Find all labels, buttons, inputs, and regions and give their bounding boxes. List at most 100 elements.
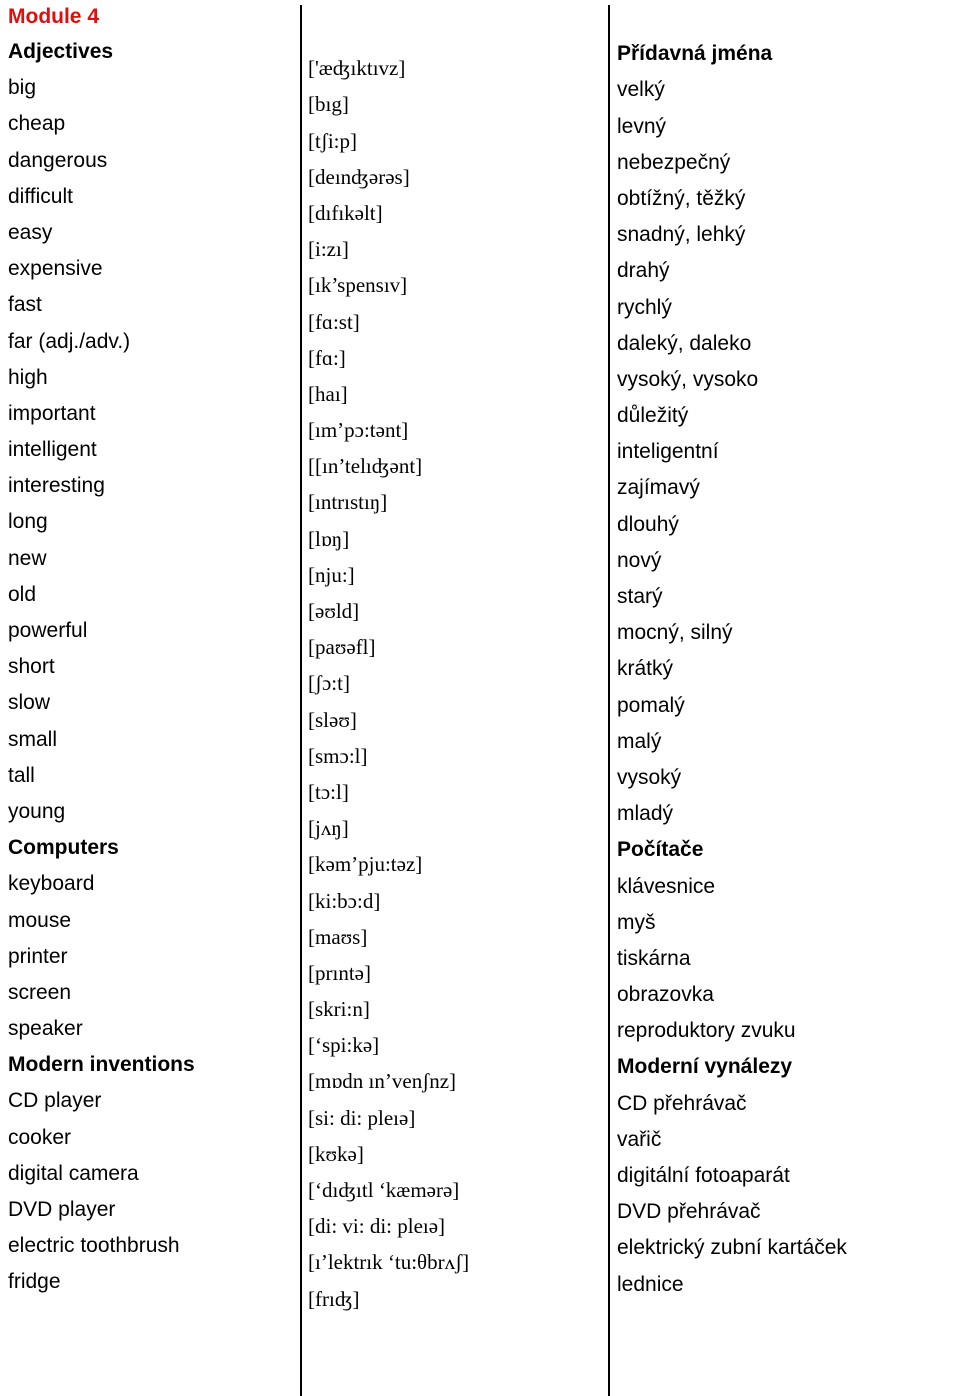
vocab-word-english: difficult (8, 184, 73, 208)
section-header-adjectives-english: Adjectives (8, 40, 114, 63)
vocab-word-english: important (8, 401, 96, 425)
vocab-word-phonetic: [lɒŋ] (308, 526, 350, 551)
vocab-word-czech: levný (617, 114, 667, 138)
vocab-word-english: big (8, 76, 37, 100)
vocab-word-czech: lednice (617, 1272, 684, 1296)
vocab-word-phonetic: [nju:] (308, 562, 355, 587)
vocab-word-phonetic: [‘dıʤıtl ‘kæmərə] (308, 1178, 460, 1202)
section-header-english: Computers (8, 836, 119, 860)
vocab-word-english: printer (8, 944, 68, 968)
vocab-word-english: DVD player (8, 1198, 116, 1221)
vocab-word-english: intelligent (8, 438, 97, 462)
vocab-word-czech: inteligentní (617, 440, 719, 464)
section-header-czech: Počítače (617, 838, 704, 862)
vocab-word-czech: velký (617, 78, 665, 102)
vocab-word-phonetic: [fɑ:st] (308, 309, 360, 334)
vocab-word-czech: snadný, lehký (617, 223, 746, 247)
vocabulary-sheet: Module 4 Adjectives big cheap dangerous dif… (0, 0, 960, 1396)
vocab-word-english: mouse (8, 908, 72, 932)
vocab-word-english: young (8, 799, 66, 823)
section-header-phonetic: [kəm’pju:təz] (308, 852, 423, 877)
vocab-word-english: tall (8, 763, 35, 787)
vocab-word-czech: CD přehrávač (617, 1091, 747, 1115)
vocab-word-phonetic: [tʃi:p] (308, 128, 357, 153)
vocab-word-phonetic: [deınʤərəs] (308, 164, 410, 189)
vocab-word-english: dangerous (8, 148, 108, 172)
vocab-word-english: electric toothbrush (8, 1234, 180, 1258)
vocab-word-czech: malý (617, 729, 662, 753)
vocab-word-phonetic: [paʊəfl] (308, 635, 376, 660)
vocab-word-czech: vysoký (617, 765, 682, 789)
vocab-word-phonetic: [dıfıkəlt] (308, 200, 383, 225)
vocab-word-czech: DVD přehrávač (617, 1200, 761, 1224)
vocab-word-czech: mocný, silný (617, 621, 733, 645)
vocab-word-czech: dlouhý (617, 512, 679, 536)
vocab-word-phonetic: [‘spi:kə] (308, 1033, 380, 1058)
vocab-word-czech: rychlý (617, 295, 672, 319)
section-header-english: Modern inventions (8, 1053, 195, 1077)
vocab-word-phonetic: [di: vi: di: pleıə] (308, 1214, 446, 1239)
section-header-czech: Moderní vynálezy (617, 1055, 793, 1079)
vocab-word-czech: důležitý (617, 404, 689, 428)
vocab-word-czech: klávesnice (617, 874, 716, 898)
vocab-word-phonetic: [skri:n] (308, 997, 370, 1022)
vocab-word-czech: nový (617, 548, 662, 572)
vocab-word-english: small (8, 727, 58, 751)
vocab-word-czech: vařič (617, 1127, 662, 1151)
vocab-word-phonetic: [maʊs] (308, 924, 368, 949)
vocab-word-phonetic: [ı’lektrık ‘tu:θbrʌʃ] (308, 1250, 470, 1275)
vocab-word-czech: krátký (617, 657, 674, 681)
vocab-word-english: screen (8, 980, 72, 1004)
phonetic-spacer (308, 14, 602, 50)
column-english: Module 4 Adjectives big cheap dangerous dif… (8, 0, 294, 1301)
vocab-word-czech: myš (617, 910, 656, 934)
vocab-word-phonetic: [tɔ:l] (308, 779, 349, 804)
vocab-word-english: old (8, 582, 37, 606)
vocab-word-czech: drahý (617, 259, 670, 283)
vocab-word-phonetic: [jʌŋ] (308, 816, 349, 841)
vocab-word-english: interesting (8, 474, 105, 498)
column-czech: Přídavná jména velký levný nebezpečný obtíž… (617, 0, 953, 1303)
vocab-word-czech: mladý (617, 802, 674, 826)
vocab-word-phonetic: [smɔ:l] (308, 743, 368, 768)
vocab-word-english: long (8, 510, 48, 534)
vocab-word-czech: vysoký, vysoko (617, 367, 759, 391)
section-header-phonetic: [mɒdn ın’venʃnz] (308, 1069, 457, 1094)
vocab-word-english: high (8, 365, 48, 389)
vocab-word-czech: nebezpečný (617, 150, 731, 174)
vocab-word-phonetic: [bıg] (308, 92, 349, 117)
section-header-adjectives-phonetic: ['æʤıktıvz] (308, 56, 406, 81)
vocab-word-czech: daleký, daleko (617, 331, 752, 355)
vocab-word-phonetic: [ık’spensıv] (308, 273, 408, 298)
vocab-word-phonetic: [sləʊ] (308, 707, 357, 732)
vocab-word-phonetic: [haı] (308, 381, 348, 406)
vocab-word-english: fast (8, 293, 42, 317)
vocab-word-english: speaker (8, 1017, 83, 1041)
section-header-adjectives-czech: Přídavná jména (617, 42, 773, 66)
vocab-word-phonetic: [i:zı] (308, 237, 349, 262)
czech-spacer (617, 0, 953, 36)
vocab-word-english: cooker (8, 1125, 72, 1149)
vocab-word-phonetic: [prıntə] (308, 960, 371, 985)
vocab-word-czech: elektrický zubní kartáček (617, 1236, 847, 1260)
module-title: Module 4 (8, 5, 100, 28)
vocab-word-english: CD player (8, 1089, 102, 1113)
vocab-word-english: easy (8, 220, 53, 244)
vocab-word-phonetic: [frıʤ] (308, 1286, 360, 1311)
vocab-word-czech: obrazovka (617, 983, 714, 1007)
column-phonetic: ['æʤıktıvz] [bıg] [tʃi:p] [deınʤərəs] [dıfı… (308, 0, 602, 1310)
vocab-word-english: short (8, 655, 55, 679)
vocab-word-phonetic: [si: di: pleıə] (308, 1105, 416, 1130)
vocab-word-czech: pomalý (617, 693, 685, 717)
vocab-word-phonetic: [ım’pɔ:tənt] (308, 418, 409, 443)
vocab-word-czech: zajímavý (617, 476, 700, 500)
vocab-word-phonetic: [fɑ:] (308, 345, 346, 370)
vocab-word-english: digital camera (8, 1161, 139, 1185)
vocab-word-czech: digitální fotoaparát (617, 1164, 790, 1187)
vocab-word-czech: starý (617, 585, 663, 608)
vocab-word-english: powerful (8, 619, 88, 642)
vocab-word-english: far (adj./adv.) (8, 329, 131, 353)
vocab-word-czech: obtížný, těžký (617, 186, 746, 210)
vocab-word-phonetic: [ki:bɔ:d] (308, 888, 381, 913)
vocab-word-english: new (8, 546, 47, 570)
